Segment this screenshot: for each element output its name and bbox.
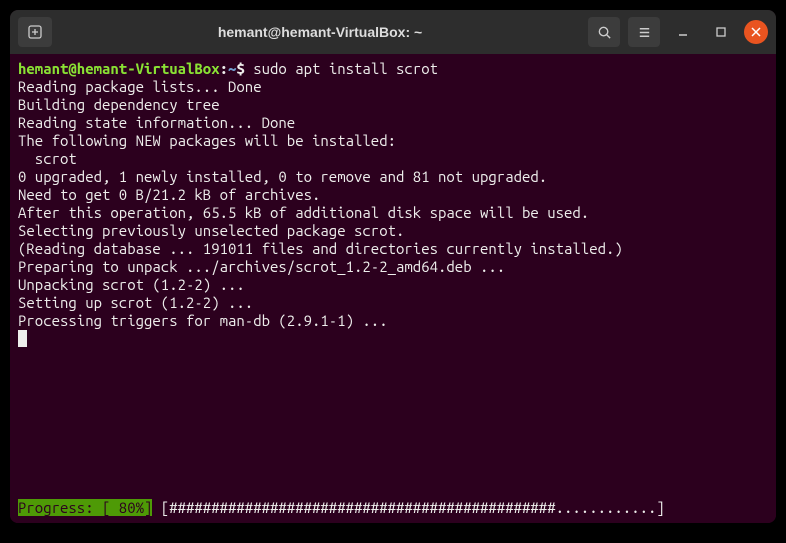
new-tab-icon xyxy=(27,24,43,40)
output-line: 0 upgraded, 1 newly installed, 0 to remo… xyxy=(18,168,547,185)
search-icon xyxy=(597,25,612,40)
output-line: Preparing to unpack .../archives/scrot_1… xyxy=(18,258,505,275)
cursor xyxy=(18,330,27,347)
window-title: hemant@hemant-VirtualBox: ~ xyxy=(52,24,588,40)
minimize-icon xyxy=(677,26,689,38)
prompt-sep2: $ xyxy=(236,60,244,77)
menu-button[interactable] xyxy=(628,17,660,47)
output-line: Building dependency tree xyxy=(18,96,220,113)
new-tab-button[interactable] xyxy=(18,17,52,47)
search-button[interactable] xyxy=(588,17,620,47)
output-line: Selecting previously unselected package … xyxy=(18,222,404,239)
output-line: Unpacking scrot (1.2-2) ... xyxy=(18,276,245,293)
terminal-body[interactable]: hemant@hemant-VirtualBox:~$ sudo apt ins… xyxy=(10,54,776,523)
output-line: scrot xyxy=(18,150,77,167)
output-line: The following NEW packages will be insta… xyxy=(18,132,396,149)
maximize-icon xyxy=(715,26,727,38)
progress-bar: [#######################################… xyxy=(152,499,673,516)
output-line: Need to get 0 B/21.2 kB of archives. xyxy=(18,186,320,203)
hamburger-icon xyxy=(637,25,652,40)
close-button[interactable] xyxy=(744,20,768,44)
output-line: Reading package lists... Done xyxy=(18,78,262,95)
minimize-button[interactable] xyxy=(668,17,698,47)
progress-label: Progress: [ 80%] xyxy=(18,499,152,516)
output-line: Reading state information... Done xyxy=(18,114,295,131)
close-icon xyxy=(751,27,761,37)
output-line: Setting up scrot (1.2-2) ... xyxy=(18,294,253,311)
output-line: (Reading database ... 191011 files and d… xyxy=(18,240,623,257)
maximize-button[interactable] xyxy=(706,17,736,47)
terminal-window: hemant@hemant-VirtualBox: ~ xyxy=(10,10,776,523)
output-line: Processing triggers for man-db (2.9.1-1)… xyxy=(18,312,388,329)
prompt-sep1: : xyxy=(220,60,228,77)
prompt-userhost: hemant@hemant-VirtualBox xyxy=(18,60,220,77)
command-text: sudo apt install scrot xyxy=(253,60,438,77)
output-line: After this operation, 65.5 kB of additio… xyxy=(18,204,589,221)
progress-line: Progress: [ 80%] [######################… xyxy=(18,499,673,517)
titlebar: hemant@hemant-VirtualBox: ~ xyxy=(10,10,776,54)
